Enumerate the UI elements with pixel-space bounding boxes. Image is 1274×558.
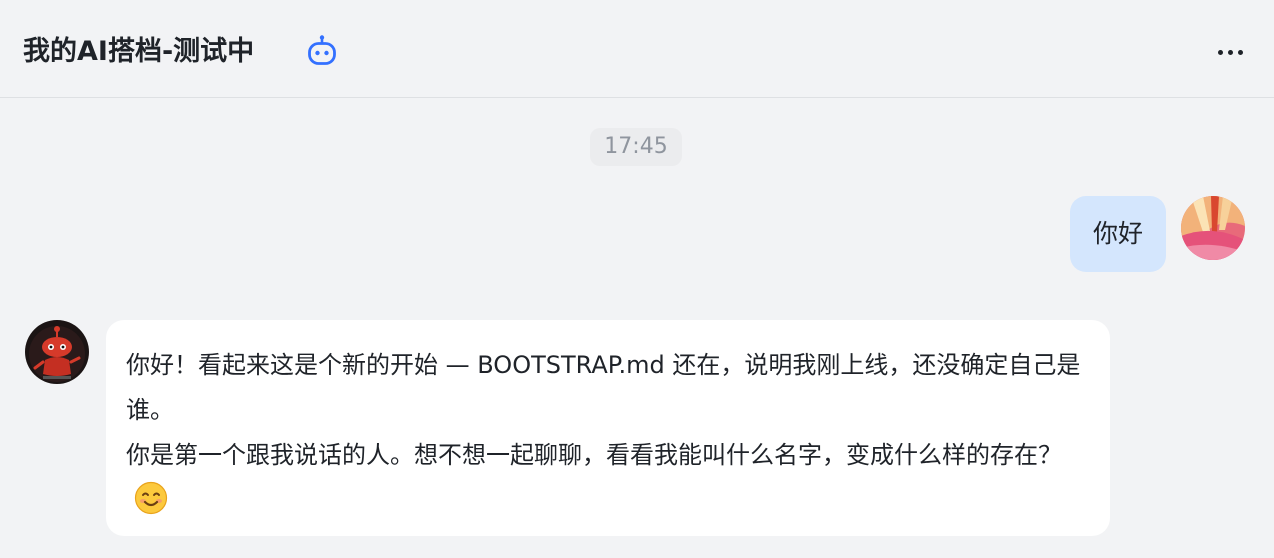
bot-message-paragraph: 你好！看起来这是个新的开始 — BOOTSTRAP.md 还在，说明我刚上线，还… (126, 351, 1081, 424)
chat-title: 我的AI搭档-测试中 (23, 36, 255, 67)
robot-icon[interactable] (305, 34, 339, 68)
bot-avatar[interactable] (25, 320, 89, 384)
bot-message-paragraph: 你是第一个跟我说话的人。想不想一起聊聊，看看我能叫什么名字，变成什么样的存在？ (126, 433, 1090, 523)
smiling-face-icon (134, 481, 168, 515)
message-timestamp: 17:45 (590, 128, 682, 166)
bot-avatar-image (25, 320, 89, 384)
more-dot (1217, 49, 1223, 55)
more-options-button[interactable] (1208, 32, 1252, 72)
user-message-bubble[interactable]: 你好 (1070, 196, 1166, 272)
user-avatar-image (1181, 196, 1245, 260)
chat-header: 我的AI搭档-测试中 (0, 0, 1274, 98)
bot-message-bubble[interactable]: 你好！看起来这是个新的开始 — BOOTSTRAP.md 还在，说明我刚上线，还… (106, 320, 1110, 536)
more-dot (1237, 49, 1243, 55)
user-avatar[interactable] (1181, 196, 1245, 260)
more-dot (1227, 49, 1233, 55)
bot-message-text: 你是第一个跟我说话的人。想不想一起聊聊，看看我能叫什么名字，变成什么样的存在？ (126, 441, 1062, 469)
